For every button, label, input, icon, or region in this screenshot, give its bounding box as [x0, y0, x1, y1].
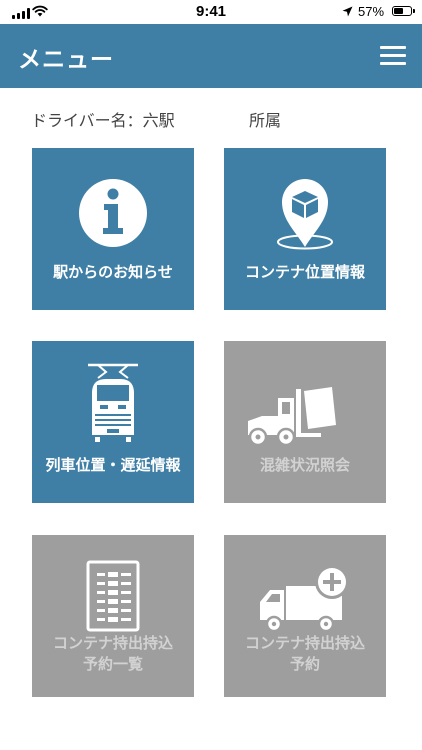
truck-add-icon [260, 565, 349, 633]
station-notices-tile[interactable]: 駅からのお知らせ [32, 148, 194, 310]
battery-level [394, 8, 403, 14]
tile-label-line-1: コンテナ持出持込 [52, 634, 173, 652]
congestion-status-tile[interactable]: 混雑状況照会 [224, 341, 386, 503]
status-bar: 9:41 57% [0, 0, 422, 24]
driver-name: ドライバー名：六駅 [31, 111, 175, 130]
battery-icon [392, 6, 415, 16]
tile-label-line-2: 予約 [289, 655, 320, 673]
forklift-icon [248, 387, 336, 446]
tile-label-line-2: 予約一覧 [82, 655, 143, 673]
battery-percent: 57% [358, 4, 385, 19]
tile-label: コンテナ持出持込 予約 [228, 633, 382, 675]
tile-label: 混雑状況照会 [259, 456, 350, 474]
tile-label: コンテナ位置情報 [244, 263, 365, 281]
container-location-pin-icon [277, 179, 333, 250]
reservation-list-tile[interactable]: コンテナ持出持込 予約一覧 [32, 535, 194, 697]
tile-label: 駅からのお知らせ [53, 263, 173, 281]
info-icon [79, 179, 147, 247]
affiliation-label: 所属 [249, 111, 282, 130]
train-status-tile[interactable]: 列車位置・遅延情報 [32, 341, 194, 503]
train-icon [88, 363, 138, 442]
reservation-list-icon [86, 560, 140, 632]
tile-label: コンテナ持出持込 予約一覧 [36, 633, 190, 675]
driver-info: ドライバー名：六駅 所属 [31, 107, 391, 131]
location-arrow-icon [342, 6, 353, 17]
tile-label: 列車位置・遅延情報 [45, 456, 181, 474]
container-location-tile[interactable]: コンテナ位置情報 [224, 148, 386, 310]
page-title: メニュー [18, 47, 114, 73]
hamburger-menu-icon[interactable] [380, 46, 406, 66]
reservation-tile[interactable]: コンテナ持出持込 予約 [224, 535, 386, 697]
app-header: メニュー [0, 24, 422, 88]
tile-label-line-1: コンテナ持出持込 [244, 634, 365, 652]
